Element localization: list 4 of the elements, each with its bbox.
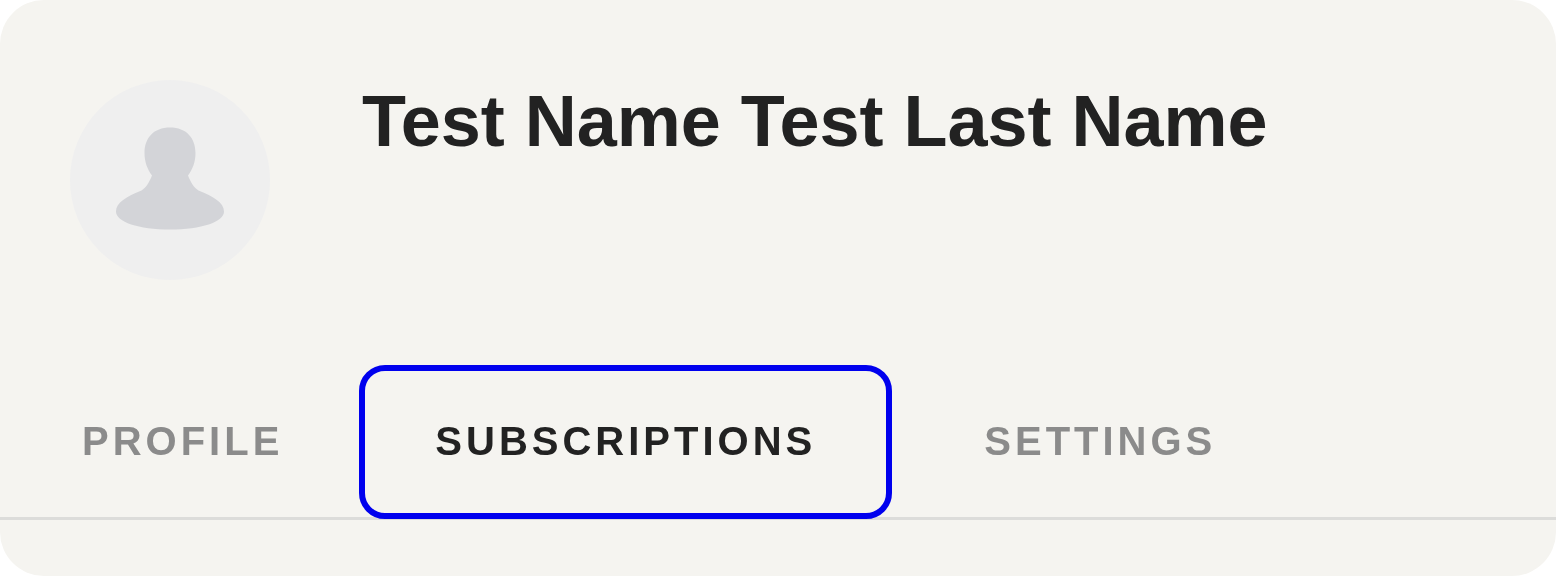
tab[interactable]: PROFILE xyxy=(60,364,360,519)
tab[interactable]: SUBSCRIPTIONS xyxy=(359,364,893,519)
profile-name: Test Name Test Last Name xyxy=(362,80,1269,163)
tab[interactable]: SETTINGS xyxy=(962,364,1293,519)
